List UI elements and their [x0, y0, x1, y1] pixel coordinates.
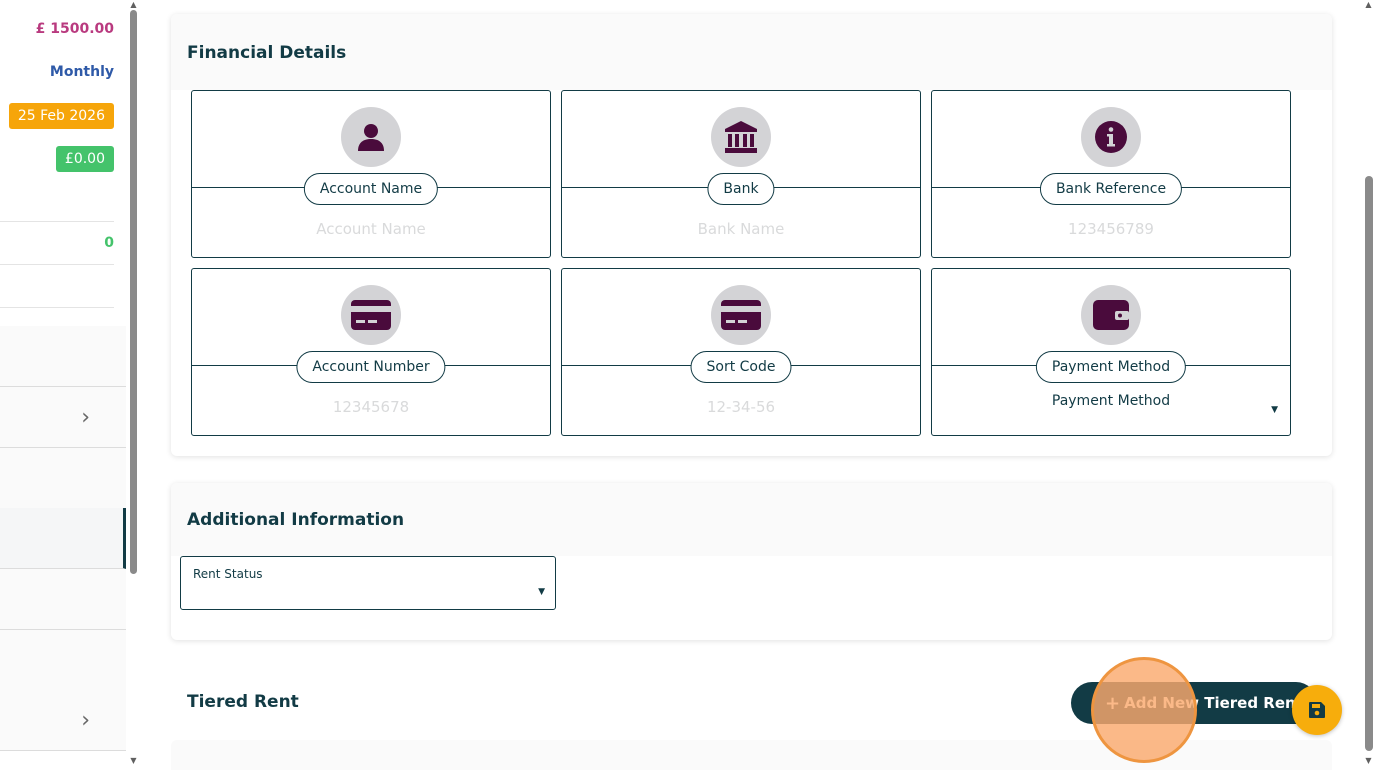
side-section[interactable] [0, 448, 126, 509]
financial-details-title: Financial Details [171, 14, 1332, 90]
chevron-right-icon: › [81, 707, 90, 733]
left-summary-panel: £ 1500.00 Monthly 25 Feb 2026 £0.00 0 › … [0, 0, 126, 770]
account-number-label: Account Number [296, 351, 446, 383]
credit-card-icon [341, 285, 401, 345]
due-date-badge: 25 Feb 2026 [8, 102, 114, 129]
bank-label: Bank [707, 173, 775, 205]
save-icon [1309, 702, 1325, 718]
account-name-label: Account Name [303, 173, 439, 205]
additional-information-title: Additional Information [171, 483, 1332, 556]
side-section[interactable] [0, 326, 126, 387]
bank-reference-input[interactable] [942, 217, 1280, 241]
credit-card-icon [711, 285, 771, 345]
side-section-expandable[interactable]: › [0, 387, 126, 448]
tiered-rent-title: Tiered Rent [187, 692, 299, 712]
bank-field: Bank [561, 90, 921, 258]
scroll-down-arrow-icon[interactable]: ▼ [128, 756, 139, 766]
payment-method-field[interactable]: Payment Method Payment Method ▼ [931, 268, 1291, 436]
side-section[interactable] [0, 630, 126, 691]
side-section[interactable] [0, 569, 126, 630]
additional-information-card: Additional Information Rent Status ▼ [171, 483, 1332, 640]
plus-icon: + [1105, 692, 1121, 714]
bank-icon [711, 107, 771, 167]
user-icon [341, 107, 401, 167]
rent-frequency: Monthly [49, 63, 114, 80]
bank-reference-label: Bank Reference [1039, 173, 1183, 205]
info-icon [1081, 107, 1141, 167]
scroll-up-arrow-icon[interactable]: ▲ [1363, 0, 1374, 10]
bank-name-input[interactable] [572, 217, 910, 241]
due-date-row: 25 Feb 2026 [0, 94, 114, 137]
balance-badge: £0.00 [55, 145, 114, 172]
account-number-field: Account Number [191, 268, 551, 436]
left-scrollbar[interactable]: ▲ ▼ [128, 0, 139, 770]
side-section-active[interactable] [0, 508, 126, 569]
sort-code-label: Sort Code [690, 351, 792, 383]
add-new-tiered-rent-label: Add New Tiered Rent [1124, 694, 1303, 712]
empty-row [0, 265, 114, 308]
rent-status-label: Rent Status [193, 567, 263, 581]
sort-code-input[interactable] [572, 395, 910, 419]
rent-amount: £ 1500.00 [35, 20, 114, 37]
scrollbar-thumb[interactable] [130, 10, 137, 574]
financial-details-card: Financial Details Account Name Bank [171, 14, 1332, 456]
payment-method-select[interactable]: Payment Method [932, 393, 1290, 409]
scroll-up-arrow-icon[interactable]: ▲ [128, 0, 139, 10]
wallet-icon [1081, 285, 1141, 345]
main-scrollbar[interactable]: ▲ ▼ [1363, 0, 1375, 770]
bank-reference-field: Bank Reference [931, 90, 1291, 258]
dropdown-caret-icon[interactable]: ▼ [1271, 405, 1278, 415]
balance-row: £0.00 [0, 137, 114, 180]
account-name-input[interactable] [202, 217, 540, 241]
payment-method-label: Payment Method [1035, 351, 1187, 383]
side-section-expandable[interactable]: › [0, 690, 126, 751]
scroll-down-arrow-icon[interactable]: ▼ [1363, 756, 1374, 766]
account-number-input[interactable] [202, 395, 540, 419]
save-button[interactable] [1292, 685, 1342, 735]
rent-status-select[interactable]: Rent Status ▼ [180, 556, 556, 610]
scrollbar-thumb[interactable] [1365, 176, 1373, 751]
dropdown-caret-icon[interactable]: ▼ [538, 587, 545, 597]
account-name-field: Account Name [191, 90, 551, 258]
chevron-right-icon: › [81, 404, 90, 430]
app-root: £ 1500.00 Monthly 25 Feb 2026 £0.00 0 › … [0, 0, 1377, 770]
count-value: 0 [0, 222, 114, 265]
empty-row [0, 179, 114, 222]
sort-code-field: Sort Code [561, 268, 921, 436]
tiered-rent-section [171, 740, 1332, 770]
add-new-tiered-rent-button[interactable]: + Add New Tiered Rent [1071, 682, 1317, 724]
